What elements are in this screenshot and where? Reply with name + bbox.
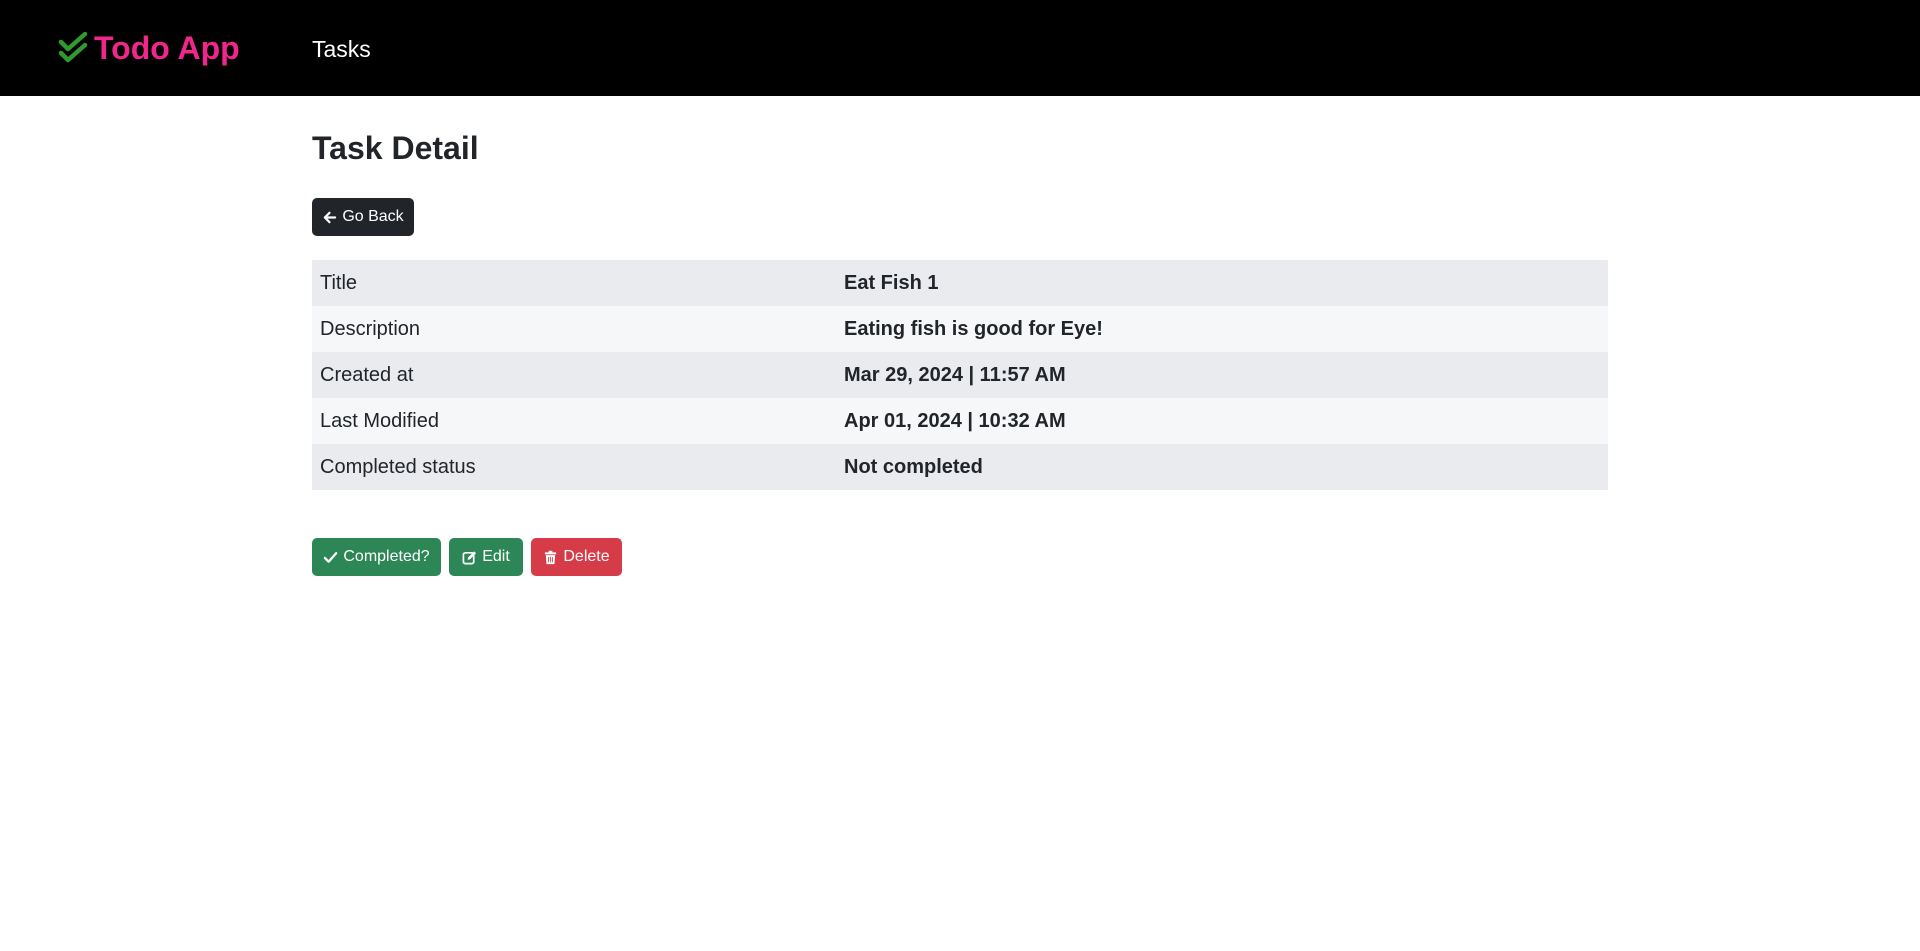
arrow-left-icon: [324, 211, 337, 223]
edit-button[interactable]: Edit: [449, 538, 523, 576]
table-row: Completed status Not completed: [312, 444, 1608, 490]
detail-value: Eat Fish 1: [836, 260, 1608, 306]
navbar: Todo App Tasks: [0, 0, 1920, 96]
check-icon: [324, 551, 338, 563]
completed-label: Completed?: [343, 548, 430, 565]
detail-value: Mar 29, 2024 | 11:57 AM: [836, 352, 1608, 398]
detail-label: Description: [312, 306, 836, 352]
brand-name: Todo App: [94, 30, 240, 66]
delete-label: Delete: [563, 548, 610, 565]
table-row: Title Eat Fish 1: [312, 260, 1608, 306]
detail-value: Eating fish is good for Eye!: [836, 306, 1608, 352]
mark-completed-button[interactable]: Completed?: [312, 538, 441, 576]
edit-label: Edit: [482, 548, 510, 565]
detail-value: Not completed: [836, 444, 1608, 490]
detail-label: Last Modified: [312, 398, 836, 444]
task-details-table: Title Eat Fish 1 Description Eating fish…: [312, 260, 1608, 490]
detail-value: Apr 01, 2024 | 10:32 AM: [836, 398, 1608, 444]
go-back-label: Go Back: [342, 208, 404, 225]
edit-icon: [462, 550, 477, 564]
brand-logo[interactable]: Todo App: [58, 28, 240, 68]
table-row: Created at Mar 29, 2024 | 11:57 AM: [312, 352, 1608, 398]
page-title: Task Detail: [312, 130, 479, 166]
delete-button[interactable]: Delete: [531, 538, 622, 576]
table-row: Description Eating fish is good for Eye!: [312, 306, 1608, 352]
table-row: Last Modified Apr 01, 2024 | 10:32 AM: [312, 398, 1608, 444]
detail-label: Created at: [312, 352, 836, 398]
nav-link-tasks[interactable]: Tasks: [312, 34, 371, 64]
detail-label: Title: [312, 260, 836, 306]
double-check-icon: [58, 32, 88, 63]
go-back-button[interactable]: Go Back: [312, 198, 414, 236]
detail-label: Completed status: [312, 444, 836, 490]
trash-icon: [545, 550, 557, 564]
